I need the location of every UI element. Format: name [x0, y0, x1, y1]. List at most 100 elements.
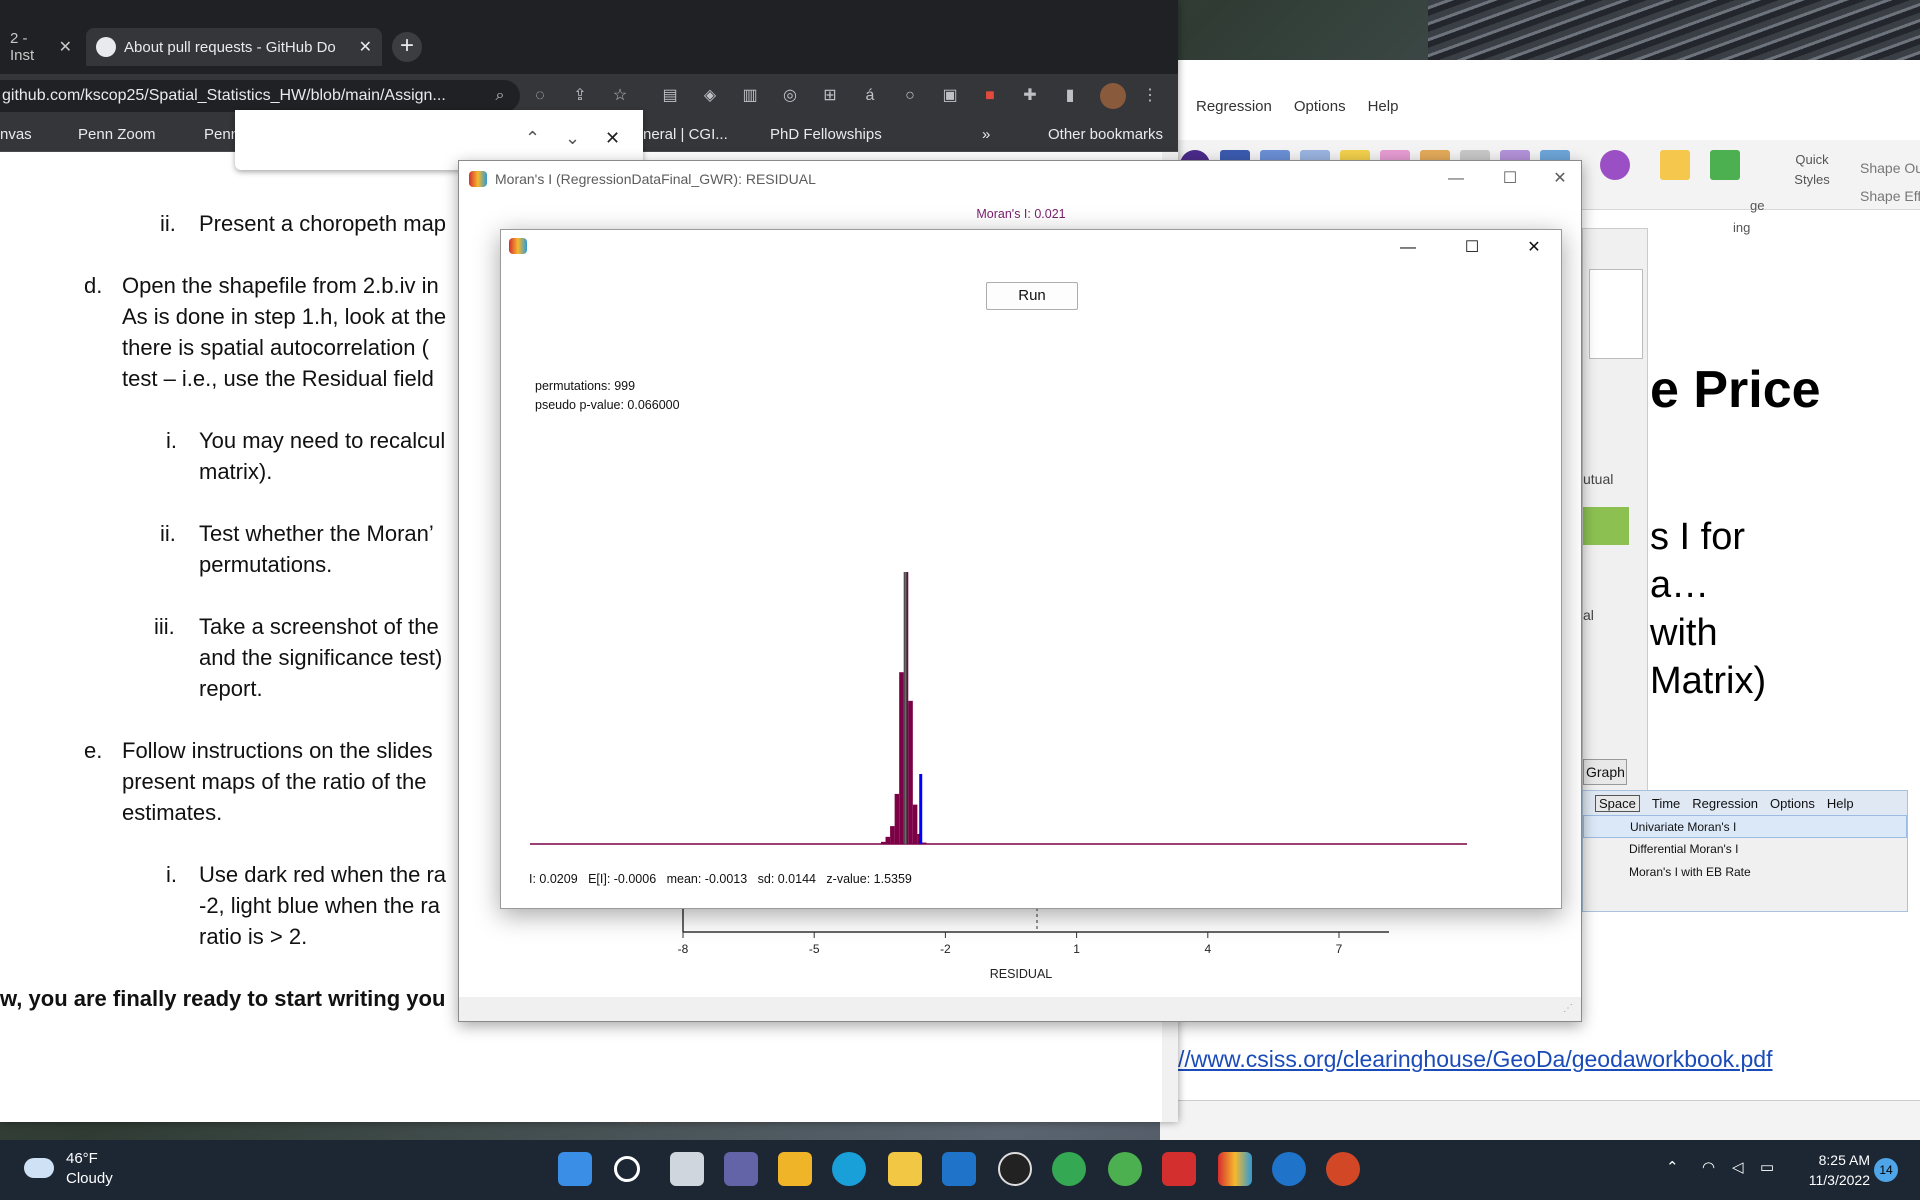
menu-options-geoda[interactable]: Options — [1770, 796, 1815, 811]
mail-icon[interactable] — [942, 1152, 976, 1186]
bookmark-canvas[interactable]: nvas — [0, 126, 32, 143]
doc-line: there is spatial autocorrelation ( — [122, 335, 429, 360]
extension-icon[interactable]: ◎ — [780, 86, 800, 106]
bookmark-other[interactable]: Other bookmarks — [1048, 126, 1163, 143]
menu-morans-i-eb-rate[interactable]: Moran's I with EB Rate — [1583, 861, 1907, 884]
minimize-button[interactable]: — — [1433, 161, 1479, 197]
menu-regression-geoda[interactable]: Regression — [1692, 796, 1758, 811]
edge-icon[interactable] — [832, 1152, 866, 1186]
translate-icon[interactable]: ⊞ — [820, 86, 840, 106]
slide-link[interactable]: //www.csiss.org/clearinghouse/GeoDa/geod… — [1178, 1046, 1773, 1073]
chevron-up-icon[interactable]: ⌃ — [525, 128, 540, 149]
close-icon[interactable]: ✕ — [59, 37, 72, 57]
wifi-icon[interactable]: ◠ — [1702, 1158, 1715, 1176]
menu-options[interactable]: Options — [1294, 98, 1346, 124]
share-icon[interactable]: ⇪ — [570, 86, 590, 106]
close-icon[interactable]: ✕ — [605, 128, 620, 149]
cluster-icon[interactable] — [1600, 150, 1630, 180]
extension-icon[interactable]: ○ — [900, 86, 920, 106]
chart-icon[interactable] — [1710, 150, 1740, 180]
permutation-dialog: — ☐ ✕ Run permutations: 999 pseudo p-val… — [500, 229, 1562, 909]
extension-icon[interactable]: ■ — [980, 86, 1000, 106]
address-bar[interactable]: github.com/kscop25/Spatial_Statistics_HW… — [0, 80, 520, 112]
bookmarks-overflow[interactable]: » — [982, 126, 990, 143]
menu-space[interactable]: Space — [1595, 794, 1640, 812]
volume-icon[interactable]: ◁ — [1732, 1158, 1744, 1176]
moran-axis-label: RESIDUAL — [989, 967, 1053, 981]
extension-icon[interactable]: ▤ — [660, 86, 680, 106]
zoom-icon[interactable]: ⌕ — [490, 86, 510, 106]
geoda-taskbar-icon[interactable] — [1218, 1152, 1252, 1186]
graph-button[interactable]: Graph — [1583, 759, 1627, 785]
doc-marker: ii. — [160, 521, 176, 546]
shape-effects-button[interactable]: Shape Effects — [1860, 188, 1920, 204]
puzzle-icon[interactable]: ✚ — [1020, 86, 1040, 106]
menu-differential-morans-i[interactable]: Differential Moran's I — [1583, 838, 1907, 861]
windows-start-icon[interactable] — [558, 1152, 592, 1186]
shape-outline-button[interactable]: Shape Outline — [1860, 160, 1920, 176]
doc-line: Present a choropeth map — [199, 211, 447, 236]
axis-tick-label: 1 — [1073, 942, 1080, 956]
map-icon[interactable] — [1660, 150, 1690, 180]
search-icon[interactable] — [614, 1156, 640, 1182]
tab-github[interactable]: About pull requests - GitHub Do ✕ — [86, 28, 382, 66]
doc-line: w, you are finally ready to start writin… — [0, 986, 446, 1011]
tab-instructions[interactable]: 2 - Inst ✕ — [0, 28, 82, 66]
menu-dots-icon[interactable]: ⋮ — [1140, 86, 1160, 106]
dell-icon[interactable] — [998, 1152, 1032, 1186]
menu-help-geoda[interactable]: Help — [1827, 796, 1854, 811]
variable-label-al: al — [1583, 607, 1594, 623]
store-icon[interactable] — [778, 1152, 812, 1186]
slide-title: e Price — [1650, 361, 1821, 419]
star-icon[interactable]: ☆ — [610, 86, 630, 106]
resize-grip[interactable]: ⋰ — [1563, 1003, 1577, 1017]
maximize-button[interactable]: ☐ — [1487, 161, 1533, 197]
notification-badge[interactable]: 14 — [1874, 1158, 1898, 1182]
reference-distribution-histogram — [530, 572, 1467, 845]
powerpoint-icon[interactable] — [1326, 1152, 1360, 1186]
doc-marker: iii. — [154, 614, 175, 639]
chevron-up-icon[interactable]: ⌃ — [1666, 1158, 1679, 1176]
eye-off-icon[interactable]: ◌ — [530, 86, 550, 106]
menu-univariate-morans-i[interactable]: Univariate Moran's I — [1583, 815, 1907, 838]
chrome-icon[interactable] — [1052, 1152, 1086, 1186]
battery-icon[interactable]: ▭ — [1760, 1158, 1774, 1176]
extension-icon[interactable]: á — [860, 86, 880, 106]
extension-icon[interactable]: ◈ — [700, 86, 720, 106]
tab-instructions-title: 2 - Inst — [10, 30, 35, 64]
new-tab-button[interactable]: + — [392, 32, 422, 62]
doc-line: permutations. — [199, 552, 333, 577]
histogram-bar — [894, 793, 900, 844]
bookmark-phd-fellowships[interactable]: PhD Fellowships — [770, 126, 882, 143]
ppt-notes-bar: Click to add notes — [626, 1100, 1920, 1140]
ppt-menubar: Regression Options Help — [1160, 98, 1398, 124]
doc-marker: i. — [166, 862, 177, 887]
menu-time[interactable]: Time — [1652, 796, 1680, 811]
chevron-down-icon[interactable]: ⌄ — [565, 128, 580, 149]
menu-regression[interactable]: Regression — [1196, 98, 1272, 124]
zotero-icon[interactable] — [1162, 1152, 1196, 1186]
variable-selected-row[interactable] — [1583, 507, 1629, 545]
close-button[interactable]: ✕ — [1537, 161, 1583, 197]
bookmark-penn[interactable]: Penn — [204, 126, 239, 143]
doc-line: and the significance test) — [199, 645, 443, 670]
histogram-bar — [899, 672, 904, 844]
variable-list[interactable] — [1589, 269, 1643, 359]
edge-dev-icon[interactable] — [1108, 1152, 1142, 1186]
sidebar-icon[interactable]: ▮ — [1060, 86, 1080, 106]
avatar[interactable] — [1100, 83, 1126, 109]
bookmark-penn-zoom[interactable]: Penn Zoom — [78, 126, 156, 143]
extension-icon[interactable]: ▣ — [940, 86, 960, 106]
task-view-icon[interactable] — [670, 1152, 704, 1186]
app-icon[interactable] — [1272, 1152, 1306, 1186]
clock[interactable]: 8:25 AM 11/3/2022 — [1780, 1150, 1870, 1190]
extension-icon[interactable]: ▥ — [740, 86, 760, 106]
file-explorer-icon[interactable] — [888, 1152, 922, 1186]
teams-icon[interactable] — [724, 1152, 758, 1186]
quick-styles-button[interactable]: Quick Styles — [1780, 146, 1844, 202]
clock-date: 11/3/2022 — [1808, 1172, 1870, 1188]
bookmark-cgi[interactable]: neral | CGI... — [643, 126, 728, 143]
axis-tick-label: 7 — [1336, 942, 1343, 956]
close-icon[interactable]: ✕ — [359, 37, 372, 57]
menu-help[interactable]: Help — [1368, 98, 1399, 124]
